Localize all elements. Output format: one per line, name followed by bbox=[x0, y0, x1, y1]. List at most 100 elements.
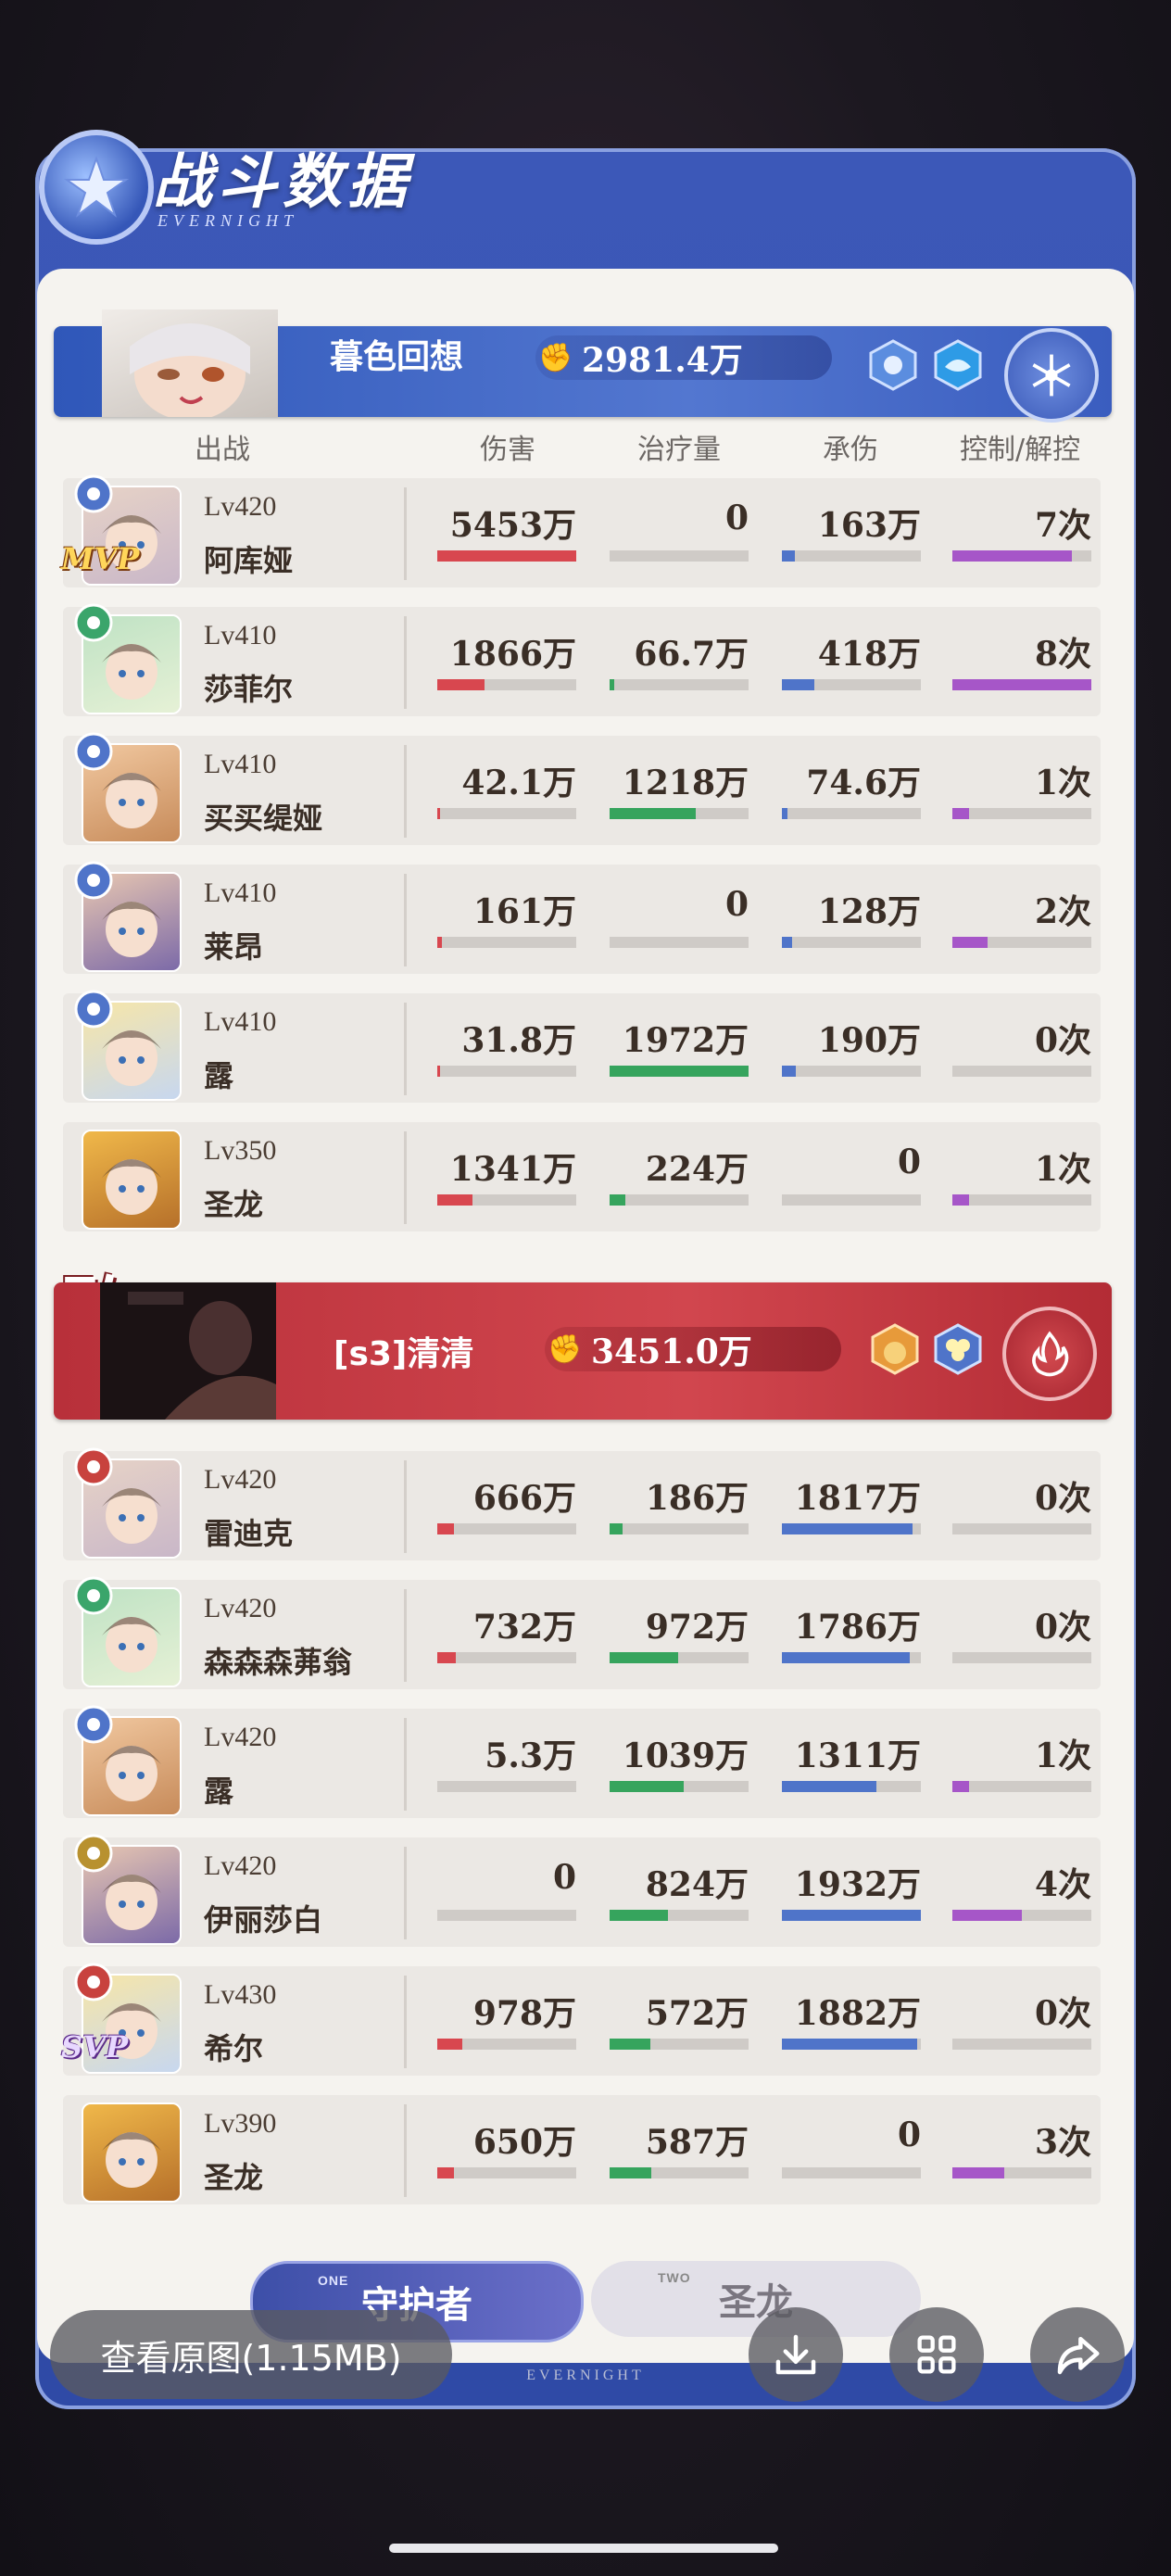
stat-healing-bar bbox=[610, 1066, 749, 1077]
fist-icon: ✊ bbox=[538, 341, 573, 374]
home-indicator[interactable] bbox=[389, 2544, 778, 2553]
stat-healing-value: 587万 bbox=[645, 2123, 749, 2162]
hero-name: 莱昂 bbox=[204, 929, 264, 965]
stat-healing-fill bbox=[610, 1194, 625, 1206]
stat-taken: 1311万 bbox=[782, 1729, 921, 1792]
stat-taken-fill bbox=[782, 2039, 917, 2050]
stat-healing-value: 0 bbox=[724, 885, 749, 924]
stat-healing-bar bbox=[610, 2039, 749, 2050]
col-healing: 治疗量 bbox=[637, 434, 721, 466]
team-name: [s3]清清 bbox=[334, 1335, 474, 1373]
share-button[interactable] bbox=[1030, 2307, 1125, 2402]
view-original-button[interactable]: 查看原图(1.15MB) bbox=[50, 2310, 452, 2399]
hero-name: 希尔 bbox=[204, 2031, 264, 2066]
team-header-blue: 暮色回想 ✊ 2981.4万 bbox=[54, 309, 1112, 423]
row-divider bbox=[404, 1460, 407, 1553]
player-row[interactable]: Lv420 森森森茀翁 732万 972万 1786万 0次 bbox=[63, 1576, 1101, 1689]
mvp-badge: MVP bbox=[61, 541, 140, 576]
stat-damage: 42.1万 bbox=[437, 756, 576, 819]
fire-element-icon bbox=[74, 1963, 113, 2001]
row-divider bbox=[404, 874, 407, 966]
stat-healing-value: 186万 bbox=[645, 1479, 749, 1518]
hero-level: Lv410 bbox=[204, 1006, 277, 1037]
player-row[interactable]: SVP Lv430 希尔 978万 572万 1882万 0次 bbox=[61, 1963, 1101, 2076]
stat-healing-bar bbox=[610, 1523, 749, 1534]
grid-button[interactable] bbox=[889, 2307, 984, 2402]
stat-damage-value: 1341万 bbox=[449, 1150, 576, 1189]
stat-damage-bar bbox=[437, 1194, 576, 1206]
hero-level: Lv410 bbox=[204, 620, 277, 650]
download-button[interactable] bbox=[749, 2307, 843, 2402]
player-row[interactable]: MVP Lv420 阿库娅 5453万 0 163万 7次 bbox=[61, 474, 1101, 587]
stat-damage-bar bbox=[437, 2039, 576, 2050]
stat-control-bar bbox=[952, 1652, 1091, 1663]
stat-taken-bar bbox=[782, 1523, 921, 1534]
player-row[interactable]: Lv420 伊丽莎白 0 824万 1932万 4次 bbox=[63, 1834, 1101, 1947]
stat-healing: 824万 bbox=[610, 1858, 749, 1921]
stat-damage-value: 42.1万 bbox=[461, 764, 576, 802]
stat-taken-bar bbox=[782, 679, 921, 690]
stat-control-bar bbox=[952, 2167, 1091, 2178]
stat-damage-fill bbox=[437, 808, 440, 819]
stat-damage: 161万 bbox=[437, 885, 576, 948]
stat-healing-bar bbox=[610, 679, 749, 690]
hero-avatar bbox=[82, 2102, 182, 2203]
team-power: ✊ 3451.0万 bbox=[545, 1327, 841, 1371]
stat-control-fill bbox=[952, 679, 1091, 690]
stat-damage-bar bbox=[437, 1652, 576, 1663]
player-row[interactable]: Lv410 露 31.8万 1972万 190万 0次 bbox=[63, 990, 1101, 1103]
stat-control-value: 1次 bbox=[1034, 1736, 1091, 1775]
stat-damage-fill bbox=[437, 2167, 454, 2178]
stat-damage-fill bbox=[437, 1523, 454, 1534]
stat-healing: 0 bbox=[610, 499, 749, 562]
stat-control: 8次 bbox=[952, 627, 1091, 690]
grid-icon bbox=[917, 2335, 956, 2374]
stat-control-value: 7次 bbox=[1034, 506, 1091, 545]
stat-damage-value: 1866万 bbox=[449, 635, 576, 674]
stat-healing-bar bbox=[610, 808, 749, 819]
stat-control: 2次 bbox=[952, 885, 1091, 948]
hero-name: 莎菲尔 bbox=[204, 672, 294, 707]
player-row[interactable]: Lv410 买买缇娅 42.1万 1218万 74.6万 1次 bbox=[63, 732, 1101, 845]
stat-taken-fill bbox=[782, 1652, 910, 1663]
stat-taken-fill bbox=[782, 1910, 921, 1921]
stat-control-fill bbox=[952, 1781, 969, 1792]
clover-hex-icon bbox=[932, 1323, 984, 1375]
col-damage: 伤害 bbox=[480, 434, 535, 466]
page-title: 战斗数据 bbox=[153, 147, 412, 217]
stat-control: 0次 bbox=[952, 1014, 1091, 1077]
hero-name: 圣龙 bbox=[204, 1187, 264, 1222]
stat-taken-bar bbox=[782, 550, 921, 562]
water-hex-icon bbox=[932, 339, 984, 391]
hero-level: Lv420 bbox=[204, 1593, 277, 1623]
hero-level: Lv430 bbox=[204, 1979, 277, 2010]
stat-control-fill bbox=[952, 550, 1072, 562]
stat-healing-value: 972万 bbox=[645, 1608, 749, 1647]
stat-healing: 587万 bbox=[610, 2115, 749, 2178]
stat-taken-value: 163万 bbox=[817, 506, 921, 545]
stat-healing-value: 572万 bbox=[645, 1994, 749, 2033]
stat-damage-bar bbox=[437, 1781, 576, 1792]
player-row[interactable]: Lv420 雷迪克 666万 186万 1817万 0次 bbox=[63, 1447, 1101, 1560]
stat-taken-fill bbox=[782, 679, 814, 690]
stat-damage-value: 0 bbox=[552, 1858, 576, 1897]
stat-control: 1次 bbox=[952, 756, 1091, 819]
hero-avatar bbox=[82, 1130, 182, 1230]
tab-holy-dragon[interactable]: TWO 圣龙 bbox=[591, 2261, 921, 2337]
stat-damage-bar bbox=[437, 937, 576, 948]
stat-taken-value: 1786万 bbox=[794, 1608, 921, 1647]
ice-element-icon bbox=[74, 990, 113, 1029]
col-taken: 承伤 bbox=[823, 434, 878, 466]
player-row[interactable]: Lv420 露 5.3万 1039万 1311万 1次 bbox=[63, 1705, 1101, 1818]
star-emblem-icon bbox=[39, 130, 154, 245]
stat-control-bar bbox=[952, 550, 1091, 562]
player-row[interactable]: Lv390 圣龙 650万 587万 0 3次 bbox=[63, 2095, 1101, 2204]
player-row[interactable]: Lv410 莎菲尔 1866万 66.7万 418万 8次 bbox=[63, 603, 1101, 716]
player-row[interactable]: Lv410 莱昂 161万 0 128万 2次 bbox=[63, 861, 1101, 974]
player-row[interactable]: Lv350 圣龙 1341万 224万 0 1次 bbox=[63, 1122, 1101, 1231]
stat-taken-bar bbox=[782, 2167, 921, 2178]
stat-damage: 666万 bbox=[437, 1471, 576, 1534]
stat-damage-fill bbox=[437, 1194, 472, 1206]
stat-taken-bar bbox=[782, 937, 921, 948]
ice-element-icon bbox=[1004, 328, 1099, 423]
